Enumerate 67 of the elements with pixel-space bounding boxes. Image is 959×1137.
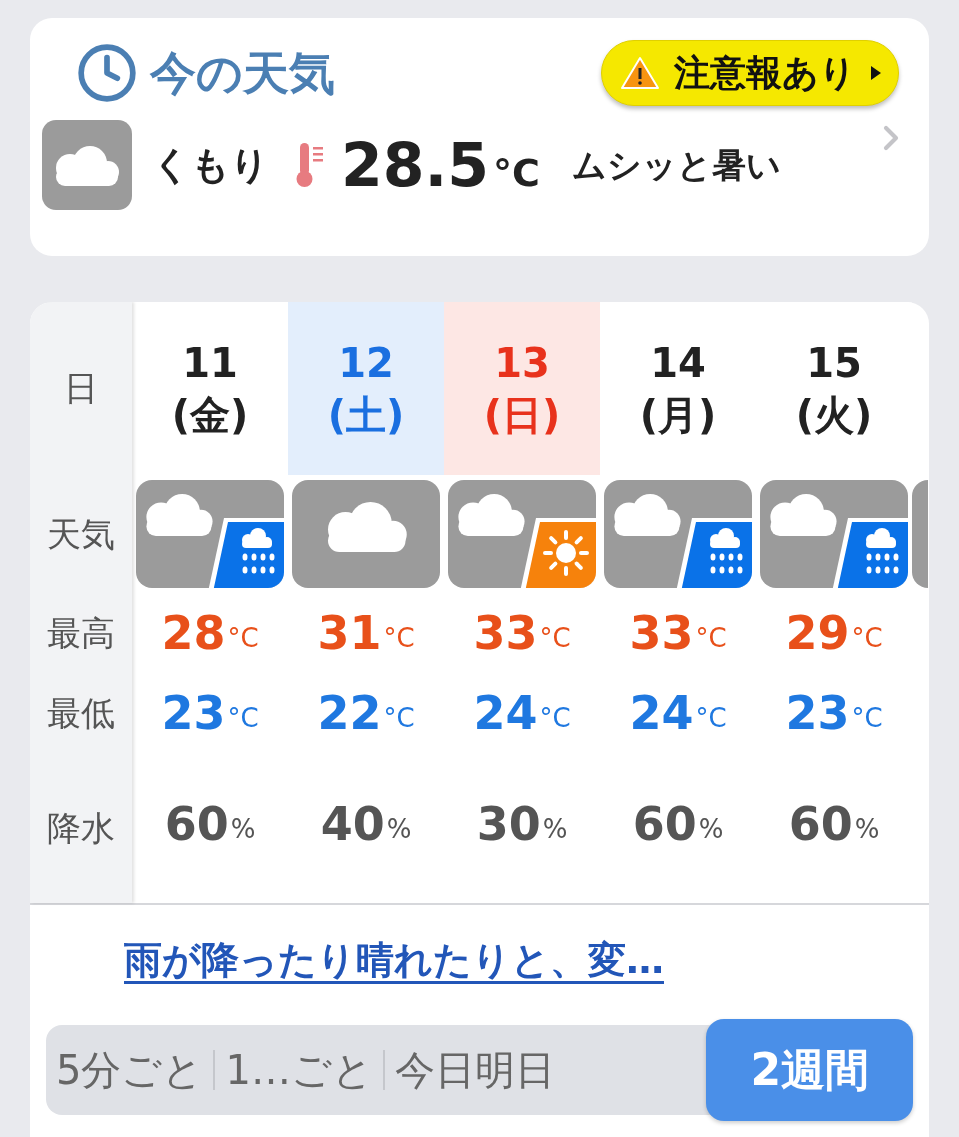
caret-icon (870, 65, 882, 81)
date-number: 12 (338, 338, 394, 388)
low-temperature: 24 (473, 690, 538, 736)
row-label: 日 (64, 370, 98, 405)
weekday-label: (土) (327, 390, 405, 440)
row-label: 最低 (47, 696, 115, 730)
precipitation-value: 40 (320, 801, 385, 847)
date-number: 11 (182, 338, 238, 388)
temperature-unit: °C (695, 625, 727, 651)
weekday-label: (金) (171, 390, 249, 440)
feels-like-text: ムシッと暑い (571, 143, 781, 187)
temperature-unit: °C (539, 625, 571, 651)
percent-unit: % (854, 816, 880, 842)
cloud-rain-icon (136, 480, 284, 588)
percent-unit: % (230, 816, 256, 842)
high-temperature: 29 (785, 610, 850, 656)
temperature-unit: °C (227, 625, 259, 651)
date-number: 14 (650, 338, 706, 388)
temperature-unit: °C (227, 705, 259, 731)
temperature-unit: °C (695, 705, 727, 731)
weather-condition: くもり (152, 141, 269, 189)
temperature-value: 28.5 (341, 135, 490, 195)
low-temperature: 22 (317, 690, 382, 736)
weekday-label: (月) (639, 390, 717, 440)
temperature-unit: °C (383, 705, 415, 731)
row-label: 天気 (47, 517, 115, 551)
temperature-unit: °C (539, 705, 571, 731)
forecast-comment-link[interactable]: 雨が降ったり晴れたりと、変… (124, 941, 664, 979)
cloud-icon (292, 480, 440, 588)
period-tab[interactable]: 2週間 (706, 1019, 913, 1121)
section-title: 今の天気 (150, 50, 335, 96)
precipitation-value: 30 (476, 801, 541, 847)
low-temperature: 23 (161, 690, 226, 736)
cloud-rain-icon (604, 480, 752, 588)
low-temperature: 24 (629, 690, 694, 736)
weekday-label: (日) (483, 390, 561, 440)
period-tab[interactable]: 1…ごと (215, 1025, 383, 1115)
low-temperature: 23 (785, 690, 850, 736)
percent-unit: % (542, 816, 568, 842)
precipitation-value: 60 (632, 801, 697, 847)
current-weather-card[interactable]: 今の天気 注意報あり くもり 28.5°C ムシッと暑い (30, 18, 929, 256)
cloud-rain-icon (760, 480, 908, 588)
cloud-icon (42, 120, 132, 210)
temperature-unit: °C (851, 705, 883, 731)
period-tab[interactable]: 5分ごと (46, 1025, 214, 1115)
alert-button[interactable]: 注意報あり (601, 40, 899, 106)
cloud-icon (912, 480, 928, 588)
high-temperature: 33 (629, 610, 694, 656)
percent-unit: % (386, 816, 412, 842)
high-temperature: 33 (473, 610, 538, 656)
temperature-unit: °C (851, 625, 883, 651)
percent-unit: % (698, 816, 724, 842)
row-label: 降水 (47, 811, 115, 845)
temperature-unit: °C (493, 154, 540, 192)
clock-icon (76, 42, 138, 104)
cloud-sun-icon (448, 480, 596, 588)
precipitation-value: 60 (164, 801, 229, 847)
precipitation-value: 60 (788, 801, 853, 847)
high-temperature: 31 (317, 610, 382, 656)
high-temperature: 28 (161, 610, 226, 656)
row-label: 最高 (47, 616, 115, 650)
date-number: 15 (806, 338, 862, 388)
temperature-unit: °C (383, 625, 415, 651)
date-number: 13 (494, 338, 550, 388)
weekday-label: (火) (795, 390, 873, 440)
period-tab[interactable]: 今日明日 (384, 1025, 565, 1115)
warning-icon (620, 56, 660, 90)
